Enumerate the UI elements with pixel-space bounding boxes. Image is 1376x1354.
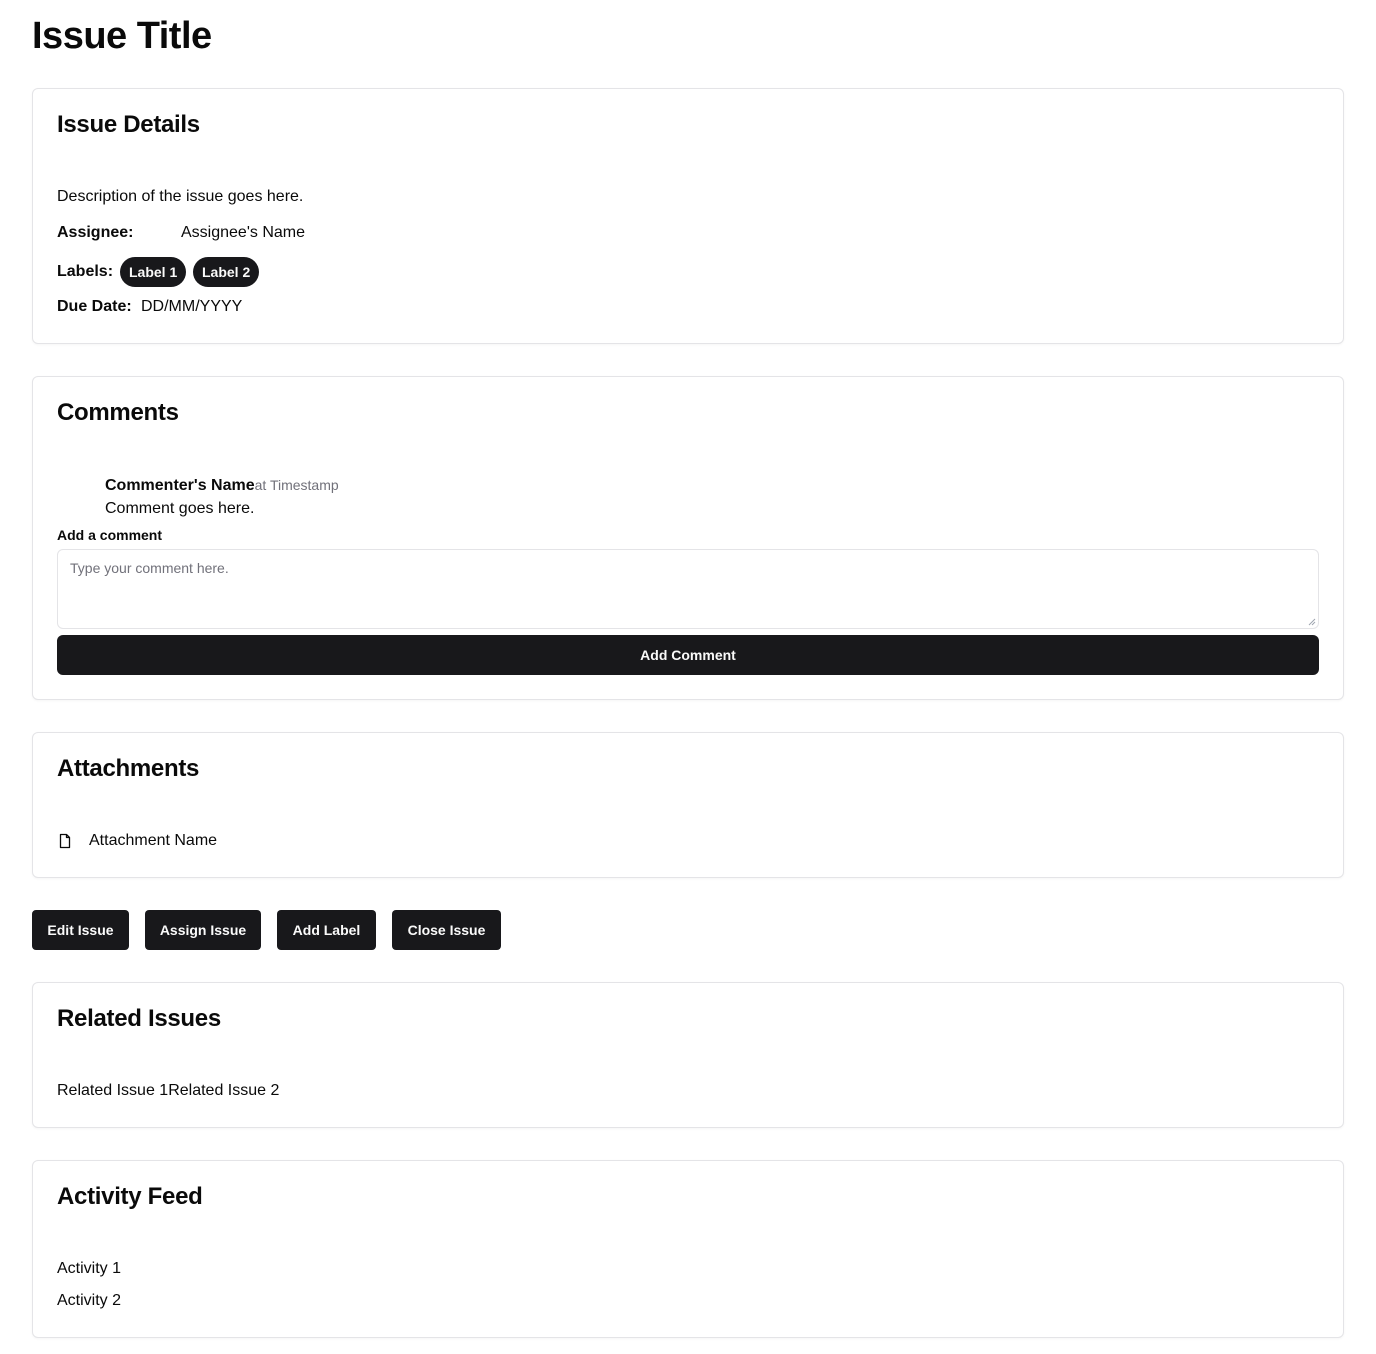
- related-issues-card: Related Issues Related Issue 1Related Is…: [32, 982, 1344, 1128]
- due-date-label: Due Date:: [57, 298, 132, 315]
- activity-feed-title: Activity Feed: [57, 1183, 203, 1210]
- page-title: Issue Title: [32, 15, 212, 57]
- activity-feed-card: Activity Feed Activity 1 Activity 2: [32, 1160, 1344, 1338]
- close-issue-button[interactable]: Close Issue: [392, 910, 501, 950]
- attachment-link[interactable]: Attachment Name: [89, 831, 217, 851]
- attachments-title: Attachments: [57, 755, 200, 782]
- labels-label: Labels:: [57, 263, 114, 280]
- related-issues-list: Related Issue 1Related Issue 2: [57, 1081, 279, 1101]
- add-comment-label: Add a comment: [57, 527, 163, 543]
- issue-details-title: Issue Details: [57, 111, 200, 138]
- resize-handle-icon[interactable]: [1308, 618, 1316, 626]
- label-badge[interactable]: Label 1: [120, 257, 187, 287]
- issue-description: Description of the issue goes here.: [57, 188, 304, 205]
- activity-item: Activity 2: [57, 1292, 122, 1309]
- file-icon: [59, 833, 71, 849]
- related-issues-title: Related Issues: [57, 1005, 221, 1032]
- attachments-card: Attachments Attachment Name: [32, 732, 1344, 878]
- assignee-label: Assignee:: [57, 224, 134, 241]
- comment-timestamp: at Timestamp: [254, 477, 339, 493]
- comment-input-placeholder: Type your comment here.: [70, 560, 229, 576]
- comment-input[interactable]: Type your comment here.: [57, 549, 1319, 629]
- due-date-value: DD/MM/YYYY: [141, 298, 243, 315]
- add-label-button[interactable]: Add Label: [277, 910, 376, 950]
- issue-details-card: Issue Details Description of the issue g…: [32, 88, 1344, 344]
- related-issue-link[interactable]: Related Issue 2: [168, 1082, 279, 1099]
- comments-title: Comments: [57, 399, 179, 426]
- comment-text: Comment goes here.: [105, 500, 255, 517]
- label-badge[interactable]: Label 2: [193, 257, 260, 287]
- comment-header: Commenter's Nameat Timestamp: [105, 475, 339, 496]
- activity-item: Activity 1: [57, 1260, 122, 1277]
- comments-card: Comments Commenter's Nameat Timestamp Co…: [32, 376, 1344, 700]
- assign-issue-button[interactable]: Assign Issue: [145, 910, 261, 950]
- add-comment-button[interactable]: Add Comment: [57, 635, 1319, 675]
- related-issue-link[interactable]: Related Issue 1: [57, 1082, 168, 1099]
- edit-issue-button[interactable]: Edit Issue: [32, 910, 129, 950]
- commenter-name: Commenter's Name: [105, 477, 255, 494]
- assignee-value: Assignee's Name: [181, 224, 305, 241]
